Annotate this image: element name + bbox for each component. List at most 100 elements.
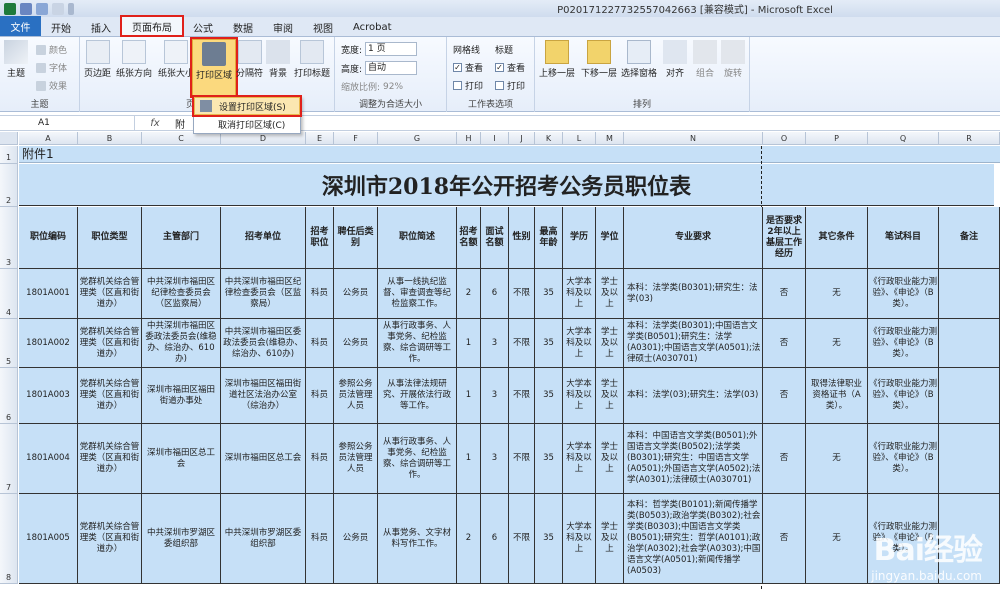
table-cell[interactable]: 不限	[509, 319, 535, 368]
table-cell[interactable]: 党群机关综合管理类（区直和街道办）	[78, 424, 142, 494]
column-header[interactable]: Q	[868, 132, 939, 145]
background-button[interactable]: 背景	[266, 40, 290, 79]
height-select[interactable]: 自动	[365, 61, 418, 75]
select-all-corner[interactable]	[0, 132, 18, 145]
table-cell[interactable]: 中共深圳市福田区纪律检查委员会（区监察局）	[142, 269, 221, 319]
table-cell[interactable]: 3	[481, 319, 509, 368]
table-cell[interactable]: 深圳市福田区福田街道办事处	[142, 368, 221, 424]
table-header-cell[interactable]: 聘任后类别	[334, 207, 378, 269]
table-header-cell[interactable]: 招考职位	[306, 207, 334, 269]
table-cell[interactable]: 本科：哲学类(B0101);新闻传播学类(B0503);政治学类(B0302);…	[624, 494, 763, 584]
orientation-button[interactable]: 纸张方向	[116, 40, 152, 79]
table-cell[interactable]: 参照公务员法管理人员	[334, 368, 378, 424]
tab-view[interactable]: 视图	[303, 18, 343, 36]
table-cell[interactable]: 党群机关综合管理类（区直和街道办）	[78, 269, 142, 319]
table-cell[interactable]: 从事法律法规研究、开展依法行政等工作。	[378, 368, 457, 424]
table-cell[interactable]: 35	[535, 368, 563, 424]
row-header[interactable]: 7	[0, 424, 18, 494]
table-cell[interactable]: 深圳市福田区总工会	[142, 424, 221, 494]
table-cell[interactable]: 1801A003	[19, 368, 78, 424]
table-cell[interactable]	[939, 424, 1000, 494]
table-cell[interactable]: 中共深圳市罗湖区委组织部	[221, 494, 306, 584]
table-cell[interactable]: 3	[481, 424, 509, 494]
column-header[interactable]: B	[78, 132, 142, 145]
tab-data[interactable]: 数据	[223, 18, 263, 36]
table-cell[interactable]: 大学本科及以上	[563, 269, 596, 319]
table-cell[interactable]: 深圳市福田区福田街道社区法治办公室（综治办）	[221, 368, 306, 424]
table-cell[interactable]: 从事行政事务、人事党务、纪检监察、综合调研等工作。	[378, 319, 457, 368]
column-header[interactable]: M	[596, 132, 624, 145]
scale-value[interactable]: 92%	[383, 82, 403, 92]
table-cell[interactable]: 公务员	[334, 494, 378, 584]
table-cell[interactable]: 大学本科及以上	[563, 494, 596, 584]
bring-forward-button[interactable]: 上移一层	[539, 40, 575, 79]
tab-review[interactable]: 审阅	[263, 18, 303, 36]
sheet-title[interactable]: 深圳市2018年公开招考公务员职位表	[19, 164, 994, 206]
align-button[interactable]: 对齐	[663, 40, 687, 79]
table-cell[interactable]: 35	[535, 494, 563, 584]
table-cell[interactable]	[939, 269, 1000, 319]
table-cell[interactable]: 《行政职业能力测验》、《申论》（B类）。	[868, 424, 939, 494]
row-header[interactable]: 1	[0, 146, 18, 164]
table-cell[interactable]: 《行政职业能力测验》、《申论》（B类）。	[868, 269, 939, 319]
table-cell[interactable]: 1	[457, 319, 481, 368]
table-cell[interactable]: 学士及以上	[596, 269, 624, 319]
row-header[interactable]: 5	[0, 319, 18, 368]
row-header[interactable]: 4	[0, 269, 18, 319]
rotate-button[interactable]: 旋转	[721, 40, 745, 79]
table-header-cell[interactable]: 是否要求2年以上基层工作经历	[763, 207, 806, 269]
column-header[interactable]: I	[481, 132, 509, 145]
table-cell[interactable]: 深圳市福田区总工会	[221, 424, 306, 494]
table-cell[interactable]: 否	[763, 269, 806, 319]
tab-file[interactable]: 文件	[0, 16, 41, 36]
table-cell[interactable]: 无	[806, 494, 868, 584]
table-header-cell[interactable]: 面试名额	[481, 207, 509, 269]
gridlines-view-checkbox[interactable]: ✓ 查看	[453, 61, 483, 74]
table-header-cell[interactable]: 主管部门	[142, 207, 221, 269]
table-cell[interactable]: 公务员	[334, 269, 378, 319]
table-cell[interactable]: 《行政职业能力测验》、《申论》（B类）。	[868, 319, 939, 368]
row-header[interactable]: 8	[0, 494, 18, 584]
tab-insert[interactable]: 插入	[81, 18, 121, 36]
table-cell[interactable]: 学士及以上	[596, 494, 624, 584]
column-header[interactable]: J	[509, 132, 535, 145]
table-cell[interactable]: 不限	[509, 424, 535, 494]
tab-page-layout[interactable]: 页面布局	[120, 15, 184, 37]
table-cell[interactable]: 科员	[306, 494, 334, 584]
table-cell[interactable]: 大学本科及以上	[563, 424, 596, 494]
set-print-area-item[interactable]: 设置打印区域(S)	[192, 95, 302, 117]
table-cell[interactable]: 1	[457, 368, 481, 424]
row-header[interactable]: 2	[0, 164, 18, 207]
worksheet-grid[interactable]: 附件1 深圳市2018年公开招考公务员职位表 ABCDEFGHIJKLMNOPQ…	[0, 132, 1000, 589]
table-cell[interactable]: 大学本科及以上	[563, 319, 596, 368]
table-cell[interactable]: 否	[763, 494, 806, 584]
gridlines-print-checkbox[interactable]: 打印	[453, 79, 483, 92]
cell-a1[interactable]: 附件1	[19, 146, 1000, 163]
table-cell[interactable]: 《行政职业能力测验》、《申论》（B类）。	[868, 368, 939, 424]
table-cell[interactable]: 1801A005	[19, 494, 78, 584]
fonts-button[interactable]: 字体	[36, 61, 67, 74]
table-header-cell[interactable]: 学位	[596, 207, 624, 269]
column-header[interactable]: E	[306, 132, 334, 145]
column-header[interactable]: A	[19, 132, 78, 145]
size-button[interactable]: 纸张大小	[158, 40, 194, 79]
table-cell[interactable]: 本科：法学类(B0301);中国语言文学类(B0501);研究生：法学(A030…	[624, 319, 763, 368]
name-box[interactable]: A1	[0, 115, 135, 131]
table-cell[interactable]: 参照公务员法管理人员	[334, 424, 378, 494]
table-cell[interactable]: 2	[457, 269, 481, 319]
table-cell[interactable]: 无	[806, 424, 868, 494]
table-cell[interactable]: 6	[481, 269, 509, 319]
headings-print-checkbox[interactable]: 打印	[495, 79, 525, 92]
table-cell[interactable]: 从事党务、文字材料写作工作。	[378, 494, 457, 584]
maximize-icon[interactable]	[948, 0, 974, 17]
table-cell[interactable]: 取得法律职业资格证书（A类）。	[806, 368, 868, 424]
table-cell[interactable]: 科员	[306, 424, 334, 494]
table-cell[interactable]: 1801A004	[19, 424, 78, 494]
table-cell[interactable]: 35	[535, 424, 563, 494]
table-header-cell[interactable]: 职位类型	[78, 207, 142, 269]
selection-pane-button[interactable]: 选择窗格	[621, 40, 657, 79]
print-area-button[interactable]: 打印区域	[189, 37, 239, 98]
table-cell[interactable]: 1801A001	[19, 269, 78, 319]
table-cell[interactable]: 科员	[306, 368, 334, 424]
table-header-cell[interactable]: 最高年龄	[535, 207, 563, 269]
